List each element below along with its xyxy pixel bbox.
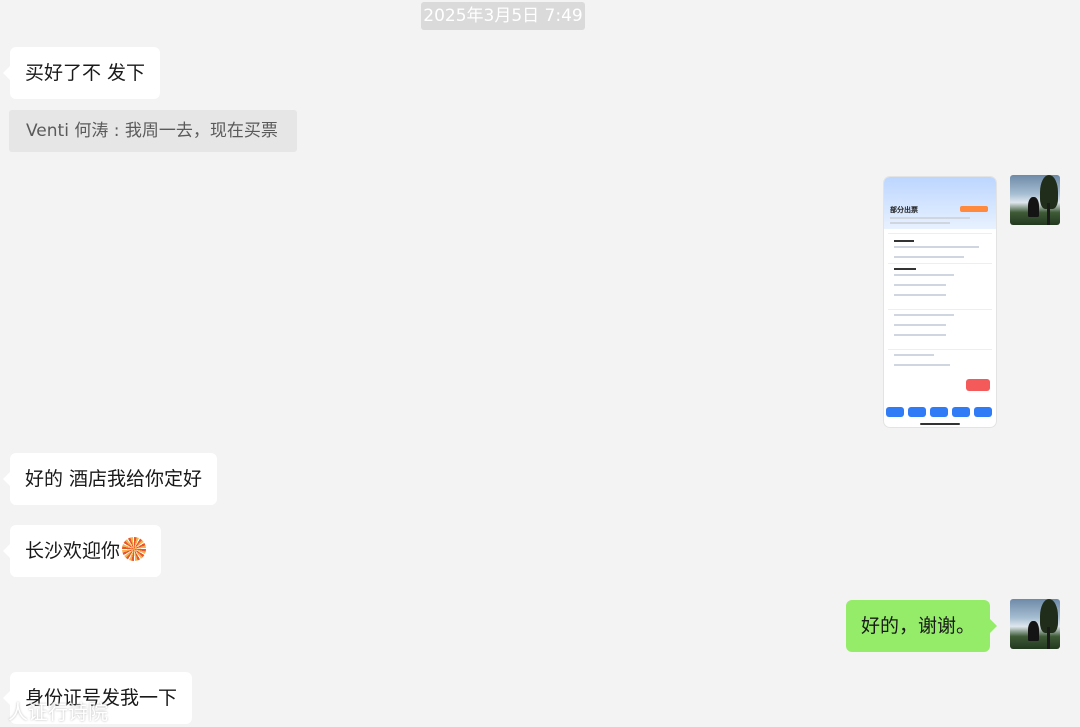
message-bubble-welcome[interactable]: 长沙欢迎你 xyxy=(2,525,162,577)
quote-text: Venti 何涛 : 我周一去，现在买票 xyxy=(26,121,278,141)
fireworks-emoji-icon xyxy=(122,537,147,561)
message-text: 长沙欢迎你 xyxy=(25,540,121,562)
screenshot-header: 部分出票 xyxy=(884,177,996,229)
screenshot-card-reminder xyxy=(888,233,992,258)
message-text: 好的 酒店我给你定好 xyxy=(25,468,203,490)
message-text: 好的，谢谢。 xyxy=(861,615,976,637)
screenshot-title: 部分出票 xyxy=(890,206,918,214)
message-text: 买好了不 发下 xyxy=(25,62,146,84)
avatar[interactable] xyxy=(1010,599,1060,649)
screenshot-pay-button xyxy=(966,379,990,391)
screenshot-card-flight-1 xyxy=(888,263,992,296)
quoted-message[interactable]: Venti 何涛 : 我周一去，现在买票 xyxy=(9,110,297,152)
message-bubble-buy[interactable]: 买好了不 发下 xyxy=(2,47,161,99)
message-timestamp: 2025年3月5日 7:49 xyxy=(421,2,585,30)
avatar[interactable] xyxy=(1010,175,1060,225)
message-bubble-hotel[interactable]: 好的 酒店我给你定好 xyxy=(2,453,218,505)
watermark: 人证行诗院 xyxy=(8,700,108,724)
screenshot-price-tag xyxy=(960,206,988,212)
screenshot-card-flight-2 xyxy=(888,309,992,336)
message-bubble-thanks[interactable]: 好的，谢谢。 xyxy=(846,600,998,652)
image-message-ticket-screenshot[interactable]: 部分出票 xyxy=(884,177,996,427)
screenshot-card-contact xyxy=(888,349,992,366)
